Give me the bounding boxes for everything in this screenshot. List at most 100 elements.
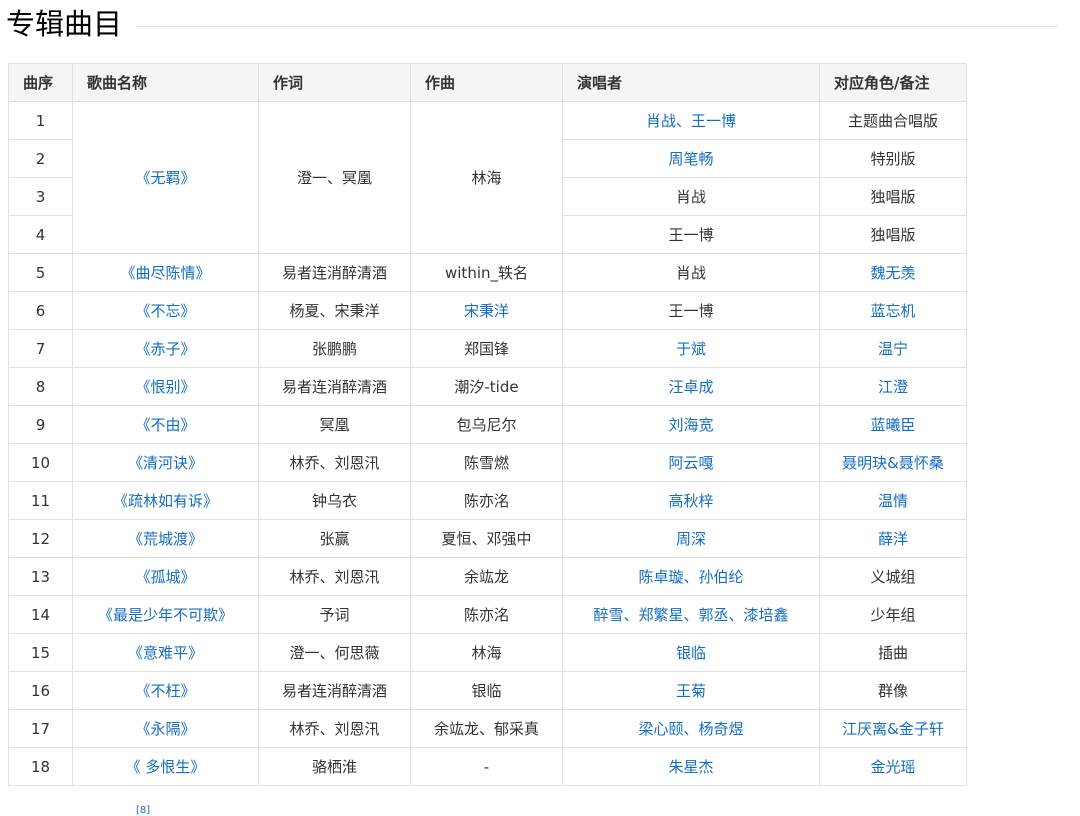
citation-link[interactable]: [8] <box>136 806 150 816</box>
singer-link[interactable]: 陈卓璇、孙伯纶 <box>562 557 820 596</box>
track-no: 18 <box>8 747 73 786</box>
track-no: 7 <box>8 329 73 368</box>
track-no: 12 <box>8 519 73 558</box>
composer: 林海 <box>410 633 563 672</box>
composer: 潮汐-tide <box>410 367 563 406</box>
lyricist: 予词 <box>258 595 411 634</box>
composer: 夏恒、邓强中 <box>410 519 563 558</box>
role-note: 义城组 <box>819 557 967 596</box>
singer-link[interactable]: 汪卓成 <box>562 367 820 406</box>
table-row: 7 《赤子》 张鹏鹏 郑国锋 于斌 温宁 <box>8 329 967 368</box>
composer: 陈雪燃 <box>410 443 563 482</box>
lyricist: 林乔、刘恩汛 <box>258 557 411 596</box>
role-link[interactable]: 江厌离&金子轩 <box>819 709 967 748</box>
lyricist: 张赢 <box>258 519 411 558</box>
singer-link[interactable]: 周笔畅 <box>562 139 820 178</box>
singer-link[interactable]: 梁心颐、杨奇煜 <box>562 709 820 748</box>
table-row: 5 《曲尽陈情》 易者连消醉清酒 within_轶名 肖战 魏无羡 <box>8 253 967 292</box>
track-no: 13 <box>8 557 73 596</box>
song-name-link[interactable]: 《疏林如有诉》 <box>72 481 259 520</box>
singer-link[interactable]: 银临 <box>562 633 820 672</box>
singer-link[interactable]: 醉雪、郑繁星、郭丞、漆培鑫 <box>562 595 820 634</box>
singer-link[interactable]: 朱星杰 <box>562 747 820 786</box>
song-name-link[interactable]: 《不由》 <box>72 405 259 444</box>
song-name-link[interactable]: 《意难平》 <box>72 633 259 672</box>
lyricist: 冥凰 <box>258 405 411 444</box>
singer-link[interactable]: 肖战、王一博 <box>562 101 820 140</box>
singer-link[interactable]: 高秋梓 <box>562 481 820 520</box>
singer-link[interactable]: 周深 <box>562 519 820 558</box>
table-row: 18 《 多恨生》 骆栖淮 - 朱星杰 金光瑶 <box>8 747 967 786</box>
role-link[interactable]: 蓝曦臣 <box>819 405 967 444</box>
table-row: 8 《恨别》 易者连消醉清酒 潮汐-tide 汪卓成 江澄 <box>8 367 967 406</box>
singer: 王一博 <box>562 215 820 254</box>
table-row: 16 《不枉》 易者连消醉清酒 银临 王菊 群像 <box>8 671 967 710</box>
role-note: 特别版 <box>819 139 967 178</box>
composer: 陈亦洺 <box>410 595 563 634</box>
lyricist: 易者连消醉清酒 <box>258 367 411 406</box>
lyricist: 林乔、刘恩汛 <box>258 443 411 482</box>
header-singer: 演唱者 <box>562 63 820 102</box>
header-role-note: 对应角色/备注 <box>819 63 967 102</box>
singer-link[interactable]: 阿云嘎 <box>562 443 820 482</box>
track-no: 6 <box>8 291 73 330</box>
song-name-link[interactable]: 《赤子》 <box>72 329 259 368</box>
track-no: 2 <box>8 139 73 178</box>
composer: 包乌尼尔 <box>410 405 563 444</box>
composer: 陈亦洺 <box>410 481 563 520</box>
song-name-link[interactable]: 《不忘》 <box>72 291 259 330</box>
header-composer: 作曲 <box>410 63 563 102</box>
song-name-link[interactable]: 《曲尽陈情》 <box>72 253 259 292</box>
song-name-link[interactable]: 《荒城渡》 <box>72 519 259 558</box>
song-name-link[interactable]: 《孤城》 <box>72 557 259 596</box>
section-heading: 专辑曲目 <box>6 2 1058 46</box>
lyricist: 钟乌衣 <box>258 481 411 520</box>
role-link[interactable]: 聂明玦&聂怀桑 <box>819 443 967 482</box>
role-note: 插曲 <box>819 633 967 672</box>
singer-link[interactable]: 刘海宽 <box>562 405 820 444</box>
song-name-link[interactable]: 《永隔》 <box>72 709 259 748</box>
song-name-link[interactable]: 《 多恨生》 <box>72 747 259 786</box>
lyricist: 杨夏、宋秉洋 <box>258 291 411 330</box>
song-name-link[interactable]: 《恨别》 <box>72 367 259 406</box>
singer: 王一博 <box>562 291 820 330</box>
role-note: 群像 <box>819 671 967 710</box>
role-link[interactable]: 蓝忘机 <box>819 291 967 330</box>
role-note: 独唱版 <box>819 215 967 254</box>
track-no: 10 <box>8 443 73 482</box>
lyricist: 易者连消醉清酒 <box>258 671 411 710</box>
track-no: 17 <box>8 709 73 748</box>
header-track-no: 曲序 <box>8 63 73 102</box>
role-link[interactable]: 温情 <box>819 481 967 520</box>
role-link[interactable]: 薛洋 <box>819 519 967 558</box>
composer-link[interactable]: 宋秉洋 <box>410 291 563 330</box>
lyricist: 张鹏鹏 <box>258 329 411 368</box>
singer: 肖战 <box>562 253 820 292</box>
table-row: 17 《永隔》 林乔、刘恩汛 余竑龙、郁采真 梁心颐、杨奇煜 江厌离&金子轩 <box>8 709 967 748</box>
table-row: 9 《不由》 冥凰 包乌尼尔 刘海宽 蓝曦臣 <box>8 405 967 444</box>
header-song-name: 歌曲名称 <box>72 63 259 102</box>
track-no: 15 <box>8 633 73 672</box>
singer-link[interactable]: 于斌 <box>562 329 820 368</box>
song-name-link[interactable]: 《最是少年不可欺》 <box>72 595 259 634</box>
track-no: 9 <box>8 405 73 444</box>
role-link[interactable]: 江澄 <box>819 367 967 406</box>
composer: 余竑龙 <box>410 557 563 596</box>
song-name-link[interactable]: 《不枉》 <box>72 671 259 710</box>
role-link[interactable]: 温宁 <box>819 329 967 368</box>
song-name-link[interactable]: 《清河诀》 <box>72 443 259 482</box>
role-link[interactable]: 金光瑶 <box>819 747 967 786</box>
singer-link[interactable]: 王菊 <box>562 671 820 710</box>
role-note: 主题曲合唱版 <box>819 101 967 140</box>
table-row: 11 《疏林如有诉》 钟乌衣 陈亦洺 高秋梓 温情 <box>8 481 967 520</box>
lyricist: 易者连消醉清酒 <box>258 253 411 292</box>
role-note: 少年组 <box>819 595 967 634</box>
section-title: 专辑曲目 <box>6 7 123 41</box>
role-link[interactable]: 魏无羡 <box>819 253 967 292</box>
table-row: 10 《清河诀》 林乔、刘恩汛 陈雪燃 阿云嘎 聂明玦&聂怀桑 <box>8 443 967 482</box>
header-lyricist: 作词 <box>258 63 411 102</box>
song-name-link[interactable]: 《无羁》 <box>72 101 259 254</box>
composer: - <box>410 747 563 786</box>
lyricist: 澄一、冥凰 <box>258 101 411 254</box>
role-note: 独唱版 <box>819 177 967 216</box>
